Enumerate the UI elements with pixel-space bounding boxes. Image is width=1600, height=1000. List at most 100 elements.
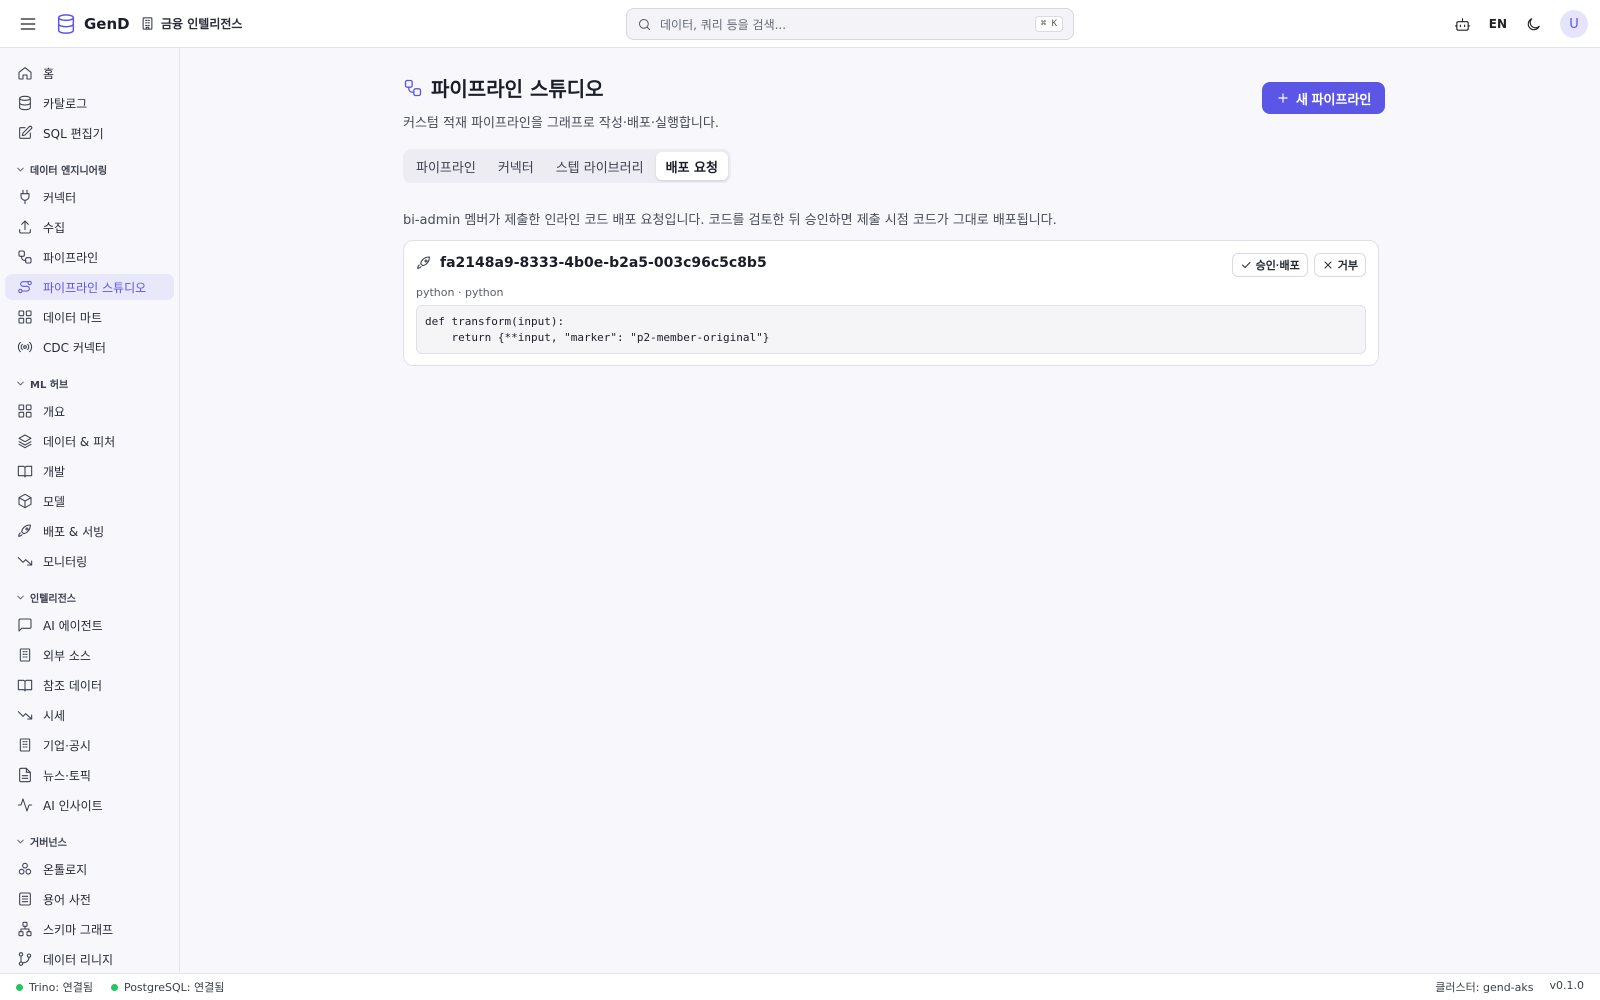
sidebar-section-ml-hub[interactable]: ML 허브	[5, 372, 174, 394]
close-icon	[1324, 261, 1332, 269]
sidebar-item-cdc-connector[interactable]: CDC 커넥터	[5, 334, 174, 360]
sidebar-section-intelligence[interactable]: 인텔리전스	[5, 586, 174, 608]
sidebar-item-glossary[interactable]: 용어 사전	[5, 886, 174, 912]
sidebar-item-ai-insights[interactable]: AI 인사이트	[5, 792, 174, 818]
sidebar-item-label: 카탈로그	[43, 96, 88, 111]
sidebar-item-label: 모델	[43, 494, 66, 509]
upload-icon	[19, 220, 31, 234]
grid-icon	[18, 404, 32, 418]
sidebar-item-development[interactable]: 개발	[5, 458, 174, 484]
moon-icon[interactable]	[1525, 16, 1542, 33]
sidebar-item-label: 외부 소스	[43, 648, 91, 663]
menu-icon[interactable]	[18, 14, 38, 34]
sidebar-item-label: 개발	[43, 464, 66, 479]
status-dot	[110, 983, 118, 991]
plug-icon	[20, 189, 30, 205]
tab-bar: 파이프라인 커넥터 스텝 라이브러리 배포 요청	[403, 149, 731, 183]
building-icon	[142, 17, 153, 30]
approve-label: 승인·배포	[1255, 260, 1300, 272]
sidebar-item-label: 온톨로지	[43, 862, 88, 877]
sidebar-item-label: AI 에이전트	[43, 618, 103, 633]
sidebar-item-reference-data[interactable]: 참조 데이터	[5, 672, 174, 698]
sidebar-item-label: 뉴스·토픽	[43, 768, 91, 783]
code-block: def transform(input): return {**input, "…	[416, 305, 1366, 354]
grid-icon	[18, 310, 32, 324]
app-logo[interactable]: GenD	[55, 13, 130, 35]
sidebar-section-governance[interactable]: 거버넌스	[5, 830, 174, 852]
sidebar-item-label: 스키마 그래프	[43, 922, 114, 937]
git-branch-icon	[18, 952, 32, 966]
sidebar-item-data-lineage[interactable]: 데이터 리니지	[5, 946, 174, 972]
sidebar-item-label: SQL 편집기	[43, 126, 104, 141]
tab-pipelines[interactable]: 파이프라인	[406, 152, 486, 180]
sidebar-item-models[interactable]: 모델	[5, 488, 174, 514]
page-header: 파이프라인 스튜디오 커스텀 적재 파이프라인을 그래프로 작성·배포·실행합니…	[403, 73, 719, 131]
avatar[interactable]: U	[1560, 10, 1588, 38]
new-pipeline-button[interactable]: 새 파이프라인	[1262, 82, 1386, 114]
sidebar-section-title: 데이터 엔지니어링	[30, 165, 108, 177]
rocket-icon	[18, 524, 31, 537]
database-icon	[57, 14, 75, 34]
chevron-down-icon	[17, 381, 24, 385]
sidebar-item-label: 커넥터	[43, 190, 77, 205]
network-icon	[18, 921, 32, 937]
file-icon	[19, 767, 31, 783]
chevron-down-icon	[17, 839, 24, 843]
sidebar-section-data-engineering[interactable]: 데이터 엔지니어링	[5, 158, 174, 180]
search-shortcut: ⌘ K	[1034, 16, 1063, 32]
sidebar-item-label: AI 인사이트	[43, 798, 103, 813]
sidebar-item-label: 시세	[43, 708, 66, 723]
sidebar-item-external-sources[interactable]: 외부 소스	[5, 642, 174, 668]
sidebar-item-ingest[interactable]: 수집	[5, 214, 174, 240]
tab-step-library[interactable]: 스텝 라이브러리	[546, 152, 654, 180]
sidebar-item-deploy-serving[interactable]: 배포 & 서빙	[5, 518, 174, 544]
sidebar-item-sql-editor[interactable]: SQL 편집기	[5, 120, 174, 146]
chat-icon	[18, 618, 32, 632]
sidebar-item-corporate-disclosure[interactable]: 기업·공시	[5, 732, 174, 758]
sidebar-item-ai-agent[interactable]: AI 에이전트	[5, 612, 174, 638]
tab-deploy-requests[interactable]: 배포 요청	[655, 152, 728, 180]
sidebar-item-label: 홈	[43, 66, 55, 81]
workspace-selector[interactable]: 금융 인텔리전스	[140, 15, 242, 32]
sidebar-item-data-features[interactable]: 데이터 & 피처	[5, 428, 174, 454]
radio-icon	[17, 341, 33, 353]
reject-button[interactable]: 거부	[1313, 253, 1366, 277]
language-toggle[interactable]: EN	[1489, 17, 1507, 31]
main-content: 파이프라인 스튜디오 커스텀 적재 파이프라인을 그래프로 작성·배포·실행합니…	[181, 49, 1600, 973]
page-title: 파이프라인 스튜디오	[431, 77, 604, 101]
approve-deploy-button[interactable]: 승인·배포	[1231, 253, 1308, 277]
trino-status-label: Trino: 연결됨	[29, 981, 93, 994]
trend-down-icon	[17, 557, 33, 566]
search-placeholder: 데이터, 쿼리 등을 검색...	[660, 17, 787, 32]
sidebar-item-label: 모니터링	[43, 554, 88, 569]
sidebar-item-ontology[interactable]: 온톨로지	[5, 856, 174, 882]
sidebar-item-label: 파이프라인	[43, 250, 99, 265]
tab-connectors[interactable]: 커넥터	[488, 152, 544, 180]
route-icon	[18, 280, 32, 294]
activity-icon	[17, 798, 33, 812]
top-header: GenD 금융 인텔리전스 데이터, 쿼리 등을 검색... ⌘ K EN U	[0, 0, 1600, 48]
sidebar-item-label: 데이터 리니지	[43, 952, 114, 967]
sidebar-item-label: 수집	[43, 220, 66, 235]
building-icon	[19, 738, 31, 752]
bot-icon[interactable]	[1454, 16, 1471, 33]
book-icon	[17, 465, 33, 478]
sidebar-item-data-mart[interactable]: 데이터 마트	[5, 304, 174, 330]
sidebar-item-schema-graph[interactable]: 스키마 그래프	[5, 916, 174, 942]
chevron-down-icon	[17, 167, 24, 171]
sidebar-item-label: 기업·공시	[43, 738, 91, 753]
sidebar-item-pipelines[interactable]: 파이프라인	[5, 244, 174, 270]
sidebar-item-news-topics[interactable]: 뉴스·토픽	[5, 762, 174, 788]
sidebar-item-overview[interactable]: 개요	[5, 398, 174, 424]
sidebar-section-title: 거버넌스	[30, 837, 67, 849]
search-input[interactable]: 데이터, 쿼리 등을 검색... ⌘ K	[626, 8, 1074, 40]
sidebar-item-quotes[interactable]: 시세	[5, 702, 174, 728]
sidebar-item-pipeline-studio[interactable]: 파이프라인 스튜디오	[5, 274, 174, 300]
sidebar-item-label: 파이프라인 스튜디오	[43, 280, 147, 295]
sidebar-item-monitoring[interactable]: 모니터링	[5, 548, 174, 574]
chevron-down-icon	[17, 595, 24, 599]
sidebar-item-catalog[interactable]: 카탈로그	[5, 90, 174, 116]
sidebar-item-home[interactable]: 홈	[5, 60, 174, 86]
cluster-label: 클러스터: gend-aks	[1435, 981, 1534, 994]
sidebar-item-connectors[interactable]: 커넥터	[5, 184, 174, 210]
